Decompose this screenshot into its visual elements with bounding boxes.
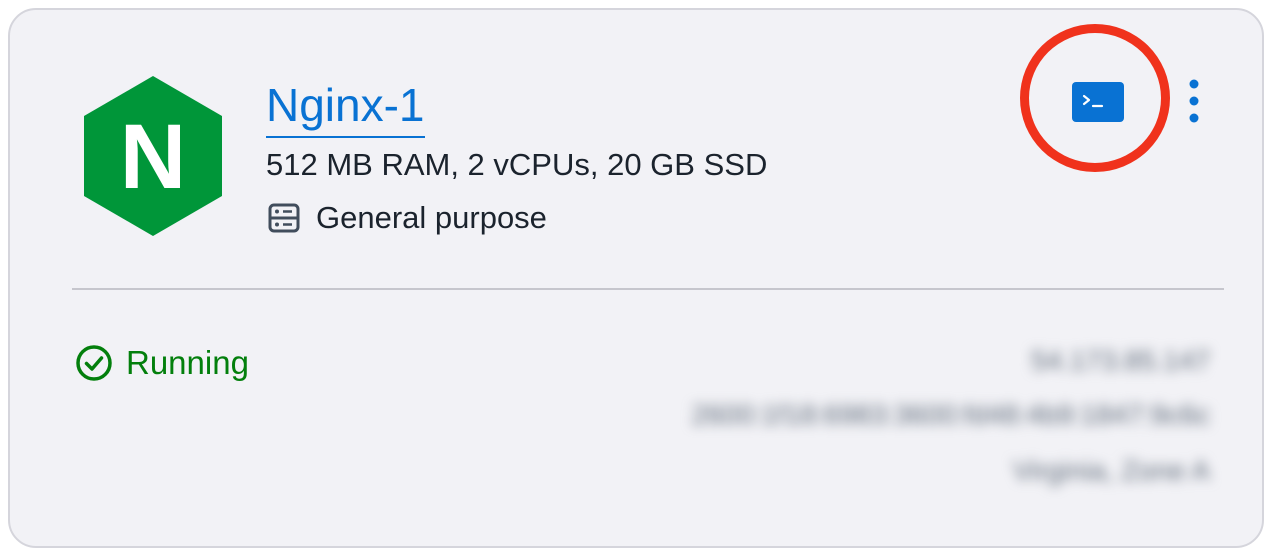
vertical-ellipsis-icon[interactable] — [1180, 76, 1208, 126]
divider — [72, 288, 1224, 290]
logo-letter: N — [120, 106, 186, 208]
status-label: Running — [126, 344, 249, 381]
instance-specs: 512 MB RAM, 2 vCPUs, 20 GB SSD — [266, 147, 768, 182]
availability-zone: Virginia, Zone A — [1012, 455, 1210, 486]
instance-category: General purpose — [266, 199, 547, 237]
category-label: General purpose — [316, 200, 547, 235]
nginx-logo: N — [84, 76, 222, 236]
ipv6-address: 2600:1f18:6983:3600:fd48:4b9:1847:9c6c — [691, 399, 1210, 430]
public-ip: 54.173.85.147 — [1030, 345, 1210, 376]
status-indicator: Running — [74, 343, 249, 383]
instance-card: N Nginx-1 512 MB RAM, 2 vCPUs, 20 GB SSD… — [8, 8, 1264, 548]
connect-ssh-button[interactable] — [1072, 82, 1124, 122]
instance-name-link[interactable]: Nginx-1 — [266, 76, 425, 138]
terminal-icon — [1082, 94, 1104, 108]
server-icon — [266, 200, 302, 236]
check-circle-icon — [74, 343, 114, 383]
